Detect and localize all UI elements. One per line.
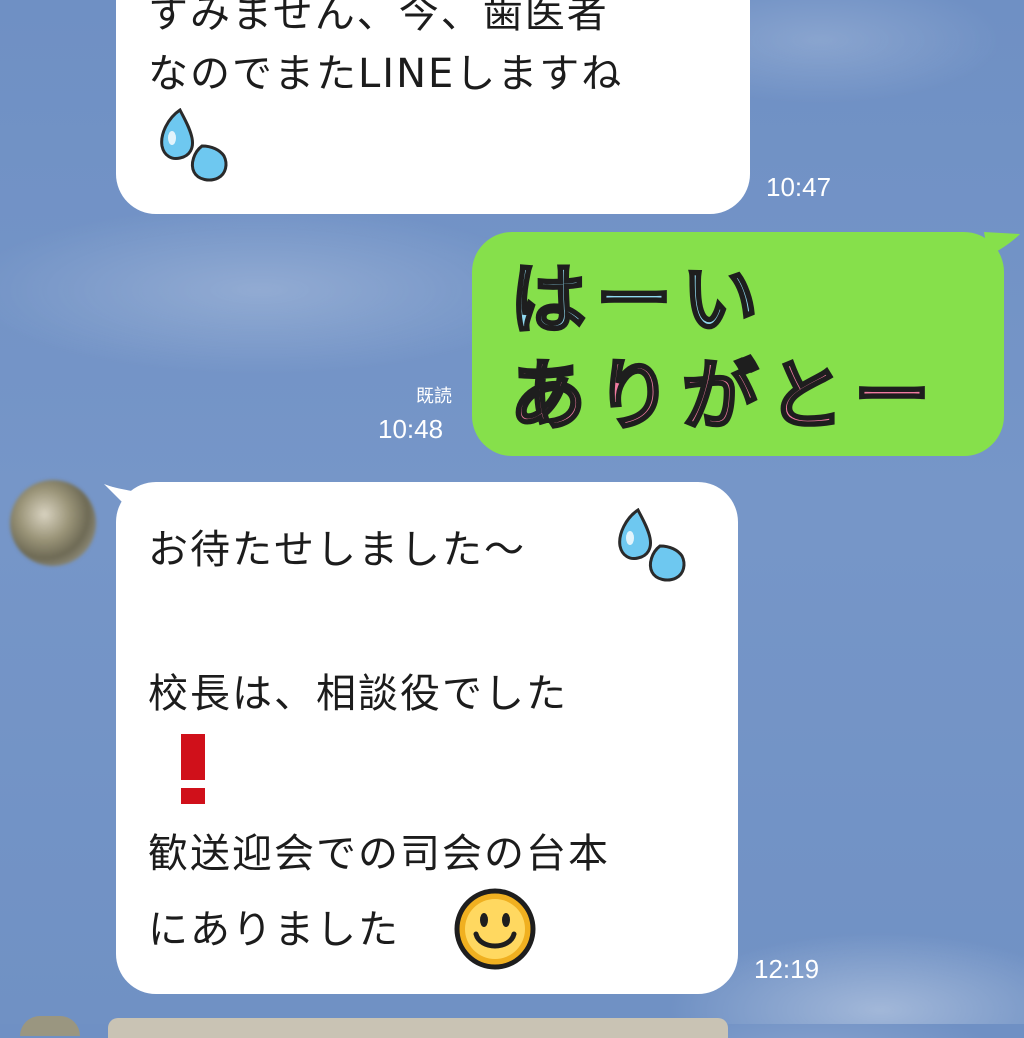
sweat-drops-icon [618, 508, 686, 582]
bubble-tail [984, 232, 1020, 256]
message-text-line: すみません、今、歯医者 [148, 0, 609, 37]
incoming-message-3[interactable]: お待たせしました〜 校長は、相談役でした 歓送迎会での司会の台本 にありました [116, 482, 738, 994]
red-exclamation-icon [181, 734, 205, 804]
message-text-line: 校長は、相談役でした [148, 671, 568, 717]
smiley-face-icon [454, 888, 536, 970]
message-text-line: 歓送迎会での司会の台本 [148, 831, 610, 877]
avatar[interactable] [10, 480, 96, 566]
read-receipt: 既読 [416, 386, 452, 407]
next-message-preview[interactable] [108, 1018, 728, 1038]
message-text-line: なのでまたLINEしますね [148, 51, 624, 97]
timestamp: 12:19 [754, 954, 820, 984]
sticker-text-line-1: はーい [509, 255, 768, 344]
timestamp: 10:48 [378, 414, 444, 444]
timestamp: 10:47 [766, 172, 832, 202]
message-text-line: お待たせしました〜 [148, 527, 526, 573]
sweat-drops-icon [160, 108, 228, 182]
avatar[interactable] [20, 1016, 80, 1036]
incoming-message-1[interactable]: すみません、今、歯医者 なのでまたLINEしますね [116, 0, 750, 214]
sticker-text-line-2: ありがとー [509, 351, 940, 440]
message-text-line: にありました [148, 907, 400, 953]
